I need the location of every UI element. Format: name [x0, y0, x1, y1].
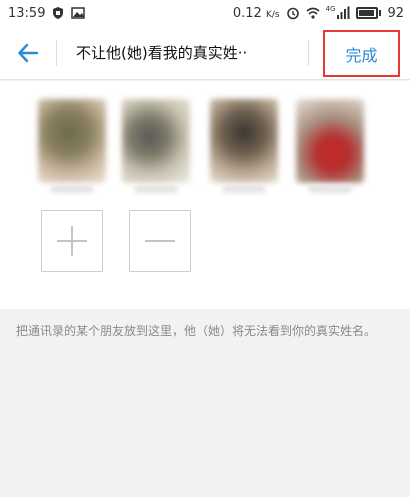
battery-body [356, 7, 379, 19]
arrow-left-icon [18, 43, 39, 63]
network-speed: 0.12 K/s [233, 6, 280, 21]
nav-header: 不让他(她)看我的真实姓·· 完成 [0, 26, 410, 80]
network-tag: 4G [325, 5, 336, 13]
wifi-icon [306, 7, 320, 19]
member-avatar[interactable] [38, 99, 106, 183]
members-area [0, 81, 410, 309]
done-button[interactable]: 完成 [323, 30, 400, 77]
network-speed-value: 0.12 [232, 5, 262, 21]
signal-icon [337, 6, 350, 19]
remove-member-button[interactable] [129, 210, 191, 272]
battery-icon [356, 7, 382, 19]
network-speed-unit: K/s [265, 9, 280, 20]
alarm-icon [286, 7, 299, 20]
battery-fill [359, 10, 375, 16]
member-name-blurred [222, 185, 266, 193]
member-name-blurred [50, 185, 94, 193]
member-avatar[interactable] [210, 99, 278, 183]
battery-cap [379, 10, 382, 16]
status-bar: 13:59 0.12 K/s 4G 92 [0, 0, 410, 26]
shield-icon [53, 7, 64, 19]
minus-icon [145, 240, 175, 242]
signal-group: 4G [326, 6, 351, 20]
page-title: 不让他(她)看我的真实姓·· [76, 44, 248, 62]
member-avatar[interactable] [296, 99, 364, 183]
member-name-blurred [308, 185, 352, 193]
add-member-button[interactable] [41, 210, 103, 272]
status-time: 13:59 [8, 5, 46, 21]
title-divider [56, 40, 57, 66]
member-avatar[interactable] [122, 99, 190, 183]
image-icon [71, 7, 86, 19]
battery-percent: 92 [387, 5, 404, 21]
member-name-blurred [134, 185, 178, 193]
back-button[interactable] [14, 39, 42, 67]
hint-description: 把通讯录的某个朋友放到这里，他（她）将无法看到你的真实姓名。 [16, 324, 377, 338]
plus-icon [57, 226, 87, 256]
status-left: 13:59 [0, 5, 86, 21]
done-divider [308, 40, 309, 66]
status-right: 0.12 K/s 4G 92 [233, 6, 410, 21]
